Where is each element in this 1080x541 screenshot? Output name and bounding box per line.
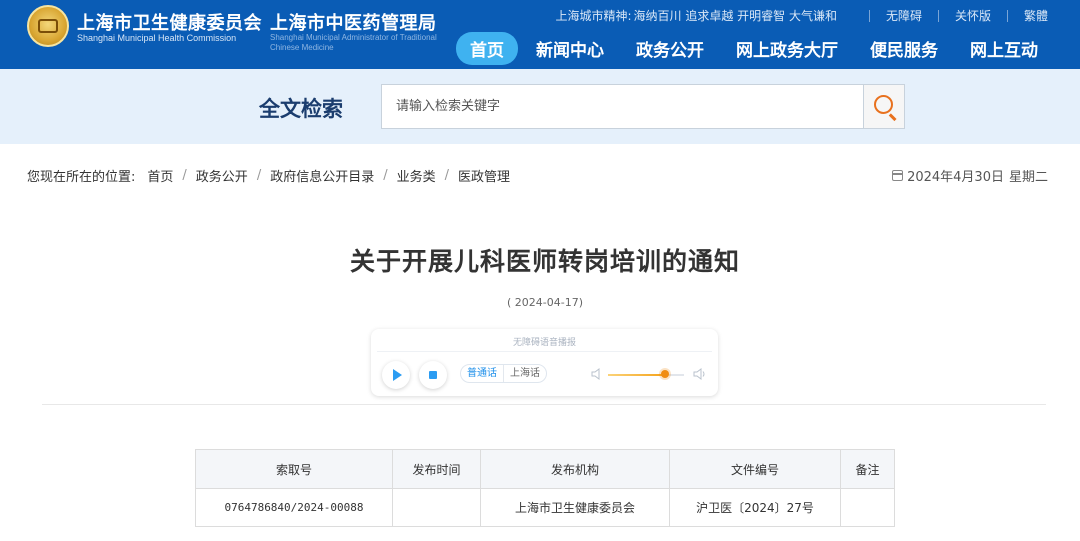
article-title: 关于开展儿科医师转岗培训的通知 [349,247,740,276]
city-emblem-logo[interactable] [27,5,69,47]
volume-slider-fill [608,374,665,376]
volume-slider[interactable] [608,370,684,378]
breadcrumb-item-info-catalog[interactable]: 政府信息公开目录 [270,166,374,185]
org-name-health-commission[interactable]: 上海市卫生健康委员会 [77,9,262,35]
main-nav: 首页 新闻中心 政务公开 网上政务大厅 便民服务 网上互动 [452,32,1052,65]
volume-high-icon[interactable] [693,368,707,380]
divider [868,9,870,22]
cell-remarks [840,488,895,527]
table-header-row: 索取号 发布时间 发布机构 文件编号 备注 [195,449,895,489]
breadcrumb-item-home[interactable]: 首页 [147,166,173,185]
divider [937,9,939,22]
volume-slider-handle[interactable] [661,370,669,378]
table-header-publisher: 发布机构 [480,449,670,489]
table-header-index-number: 索取号 [195,449,393,489]
nav-online-interaction[interactable]: 网上互动 [956,32,1052,65]
nav-news-center[interactable]: 新闻中心 [522,32,618,65]
date-text: 2024年4月30日 [907,170,1004,185]
utility-bar: 上海城市精神: 海纳百川 追求卓越 开明睿智 大气谦和 无障碍 关怀版 繁體 [555,7,1048,24]
current-date: 2024年4月30日 星期二 [892,166,1048,185]
divider [377,351,712,352]
breadcrumb-separator: / [383,168,388,183]
article-publish-date: ( 2024-04-17) [506,296,583,309]
breadcrumb-lead: 您现在所在的位置: [27,170,136,185]
search-title: 全文检索 [259,97,343,121]
calendar-icon [892,170,904,181]
weekday-text: 星期二 [1008,170,1048,185]
divider [1006,9,1008,22]
care-mode-link[interactable]: 关怀版 [955,7,991,24]
cell-publisher: 上海市卫生健康委员会 [480,488,670,527]
player-label: 无障碍语音播报 [512,338,576,348]
play-button[interactable] [382,361,410,389]
dialect-toggle: 普通话 上海话 [460,364,547,383]
org-name-health-commission-en: Shanghai Municipal Health Commission [77,33,237,43]
breadcrumb-item-government-affairs[interactable]: 政务公开 [196,166,248,185]
stop-button[interactable] [419,361,447,389]
dialect-option-shanghainese[interactable]: 上海话 [503,365,546,382]
org-name-tcm-administration-en: Shanghai Municipal Administrator of Trad… [270,33,437,52]
document-info-table: 索取号 发布时间 发布机构 文件编号 备注 0764786840/2024-00… [195,449,895,527]
cell-publish-time [392,488,481,527]
content-divider [42,404,1046,405]
volume-low-icon[interactable] [591,368,603,380]
breadcrumb-item-business[interactable]: 业务类 [397,166,436,185]
nav-home[interactable]: 首页 [456,32,518,65]
table-header-document-number: 文件编号 [669,449,841,489]
cell-index-number: 0764786840/2024-00088 [195,488,393,527]
city-spirit-text: 海纳百川 追求卓越 开明睿智 大气谦和 [633,9,837,23]
site-header: 上海市卫生健康委员会 Shanghai Municipal Health Com… [0,0,1080,69]
audio-player: 无障碍语音播报 普通话 上海话 [371,329,718,396]
nav-public-services[interactable]: 便民服务 [856,32,952,65]
search-button[interactable] [863,84,905,129]
breadcrumb-item-medical-administration[interactable]: 医政管理 [458,166,510,185]
table-header-remarks: 备注 [840,449,895,489]
breadcrumb-separator: / [182,168,187,183]
cell-document-number: 沪卫医〔2024〕27号 [669,488,841,527]
breadcrumb: 您现在所在的位置: 首页 / 政务公开 / 政府信息公开目录 / 业务类 / 医… [27,166,510,185]
table-row: 0764786840/2024-00088 上海市卫生健康委员会 沪卫医〔202… [195,488,895,527]
accessibility-link[interactable]: 无障碍 [886,7,922,24]
traditional-chinese-link[interactable]: 繁體 [1024,7,1048,24]
table-header-publish-time: 发布时间 [392,449,481,489]
breadcrumb-separator: / [444,168,450,183]
search-input[interactable] [381,84,865,129]
search-band: 全文检索 [0,69,1080,144]
dialect-option-mandarin[interactable]: 普通话 [461,365,503,382]
city-spirit-label: 上海城市精神: [555,9,632,23]
nav-online-service-hall[interactable]: 网上政务大厅 [722,32,852,65]
breadcrumb-separator: / [256,168,262,183]
org-name-tcm-administration[interactable]: 上海市中医药管理局 [270,9,437,35]
nav-government-affairs[interactable]: 政务公开 [622,32,718,65]
